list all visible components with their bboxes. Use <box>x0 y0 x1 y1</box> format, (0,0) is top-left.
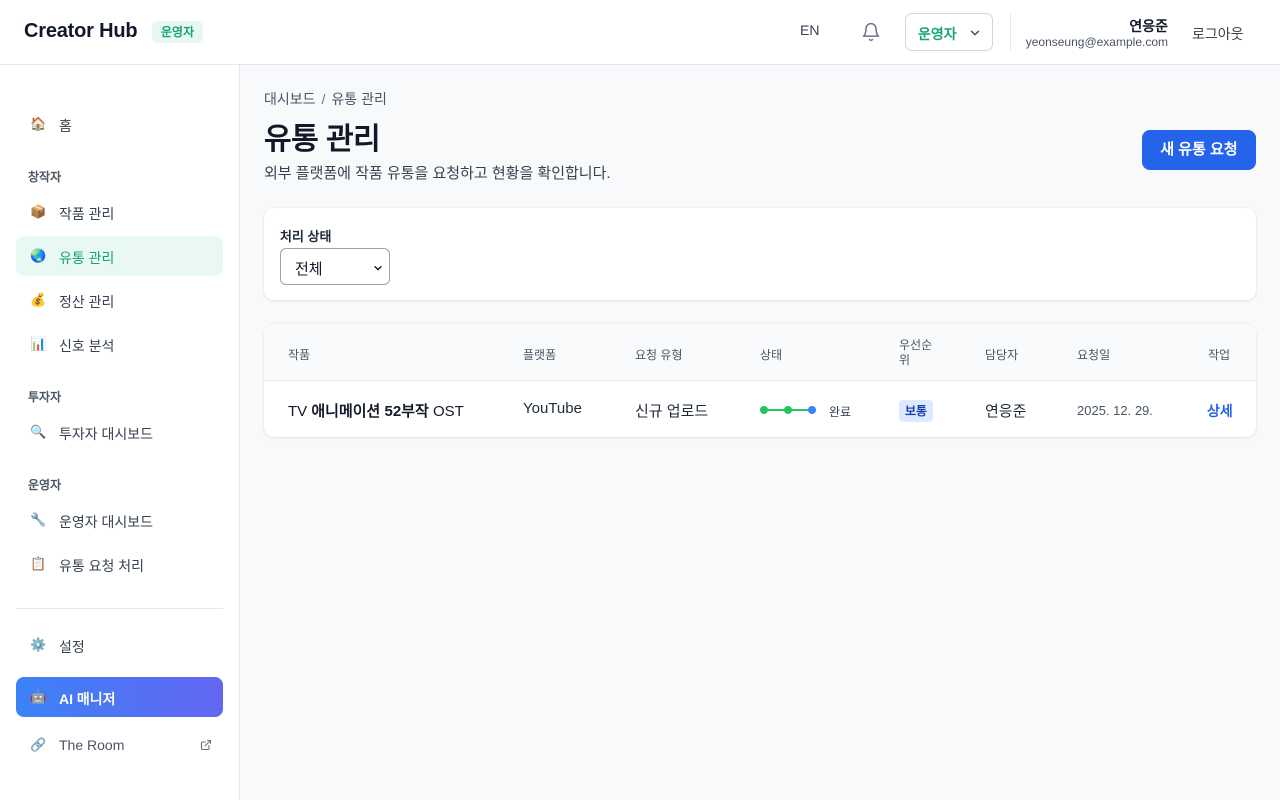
platform-cell: YouTube <box>523 400 582 417</box>
distribution-table: 작품 플랫폼 요청 유형 상태 우선순위 담당자 요청일 작업 TV 애니메이션… <box>264 324 1256 437</box>
page-description: 외부 플랫폼에 작품 유통을 요청하고 현황을 확인합니다. <box>264 165 611 182</box>
header-divider <box>1010 14 1011 50</box>
sidebar-divider <box>16 608 223 609</box>
table-header: 작품 플랫폼 요청 유형 상태 우선순위 담당자 요청일 작업 <box>264 324 1256 381</box>
sidebar-item-the-room[interactable]: 🔗 The Room <box>16 725 223 765</box>
wrench-icon: 🔧 <box>30 512 47 527</box>
page-title: 유통 관리 <box>264 123 381 156</box>
role-badge: 운영자 <box>152 21 204 43</box>
globe-icon: 🌏 <box>30 248 47 263</box>
role-select-value: 운영자 <box>918 26 957 42</box>
role-select[interactable]: 운영자 <box>905 13 993 51</box>
requested-at-cell: 2025. 12. 29. <box>1077 403 1153 418</box>
work-title-suffix: OST <box>428 403 464 420</box>
link-icon: 🔗 <box>30 737 47 752</box>
sidebar-item-settings[interactable]: ⚙️ 설정 <box>16 625 223 665</box>
sidebar-item-label: 작품 관리 <box>59 206 115 222</box>
sidebar-item-label: 투자자 대시보드 <box>59 426 154 442</box>
assignee-cell: 연응준 <box>985 403 1027 420</box>
column-header-request-type: 요청 유형 <box>635 348 683 362</box>
status-progress-indicator <box>760 406 816 414</box>
top-header: Creator Hub 운영자 EN 운영자 연응준 yeonseung@exa… <box>0 0 1280 65</box>
sidebar-item-distribution[interactable]: 🌏 유통 관리 <box>16 236 223 276</box>
magnifier-icon: 🔍 <box>30 424 47 439</box>
status-filter-select[interactable]: 전체 <box>280 248 390 285</box>
user-email: yeonseung@example.com <box>1025 35 1168 49</box>
column-header-assignee: 담당자 <box>985 348 1019 362</box>
sidebar: 🏠 홈 창작자 📦 작품 관리 🌏 유통 관리 💰 정산 관리 📊 신호 분석 … <box>0 65 240 800</box>
gear-icon: ⚙️ <box>30 637 47 652</box>
breadcrumb-root[interactable]: 대시보드 <box>264 91 316 107</box>
sidebar-item-label: 정산 관리 <box>59 294 115 310</box>
bar-chart-icon: 📊 <box>30 336 47 351</box>
money-bag-icon: 💰 <box>30 292 47 307</box>
status-filter-value: 전체 <box>295 261 323 278</box>
priority-badge: 보통 <box>899 400 934 422</box>
column-header-status: 상태 <box>760 348 783 362</box>
status-step-done <box>784 406 792 414</box>
user-name: 연응준 <box>1129 18 1168 34</box>
logout-button[interactable]: 로그아웃 <box>1192 24 1244 44</box>
column-header-requested-at: 요청일 <box>1077 348 1111 362</box>
sidebar-item-label: 신호 분석 <box>59 338 115 354</box>
sidebar-item-works[interactable]: 📦 작품 관리 <box>16 192 223 232</box>
sidebar-item-label: 운영자 대시보드 <box>59 514 154 530</box>
status-step-done <box>760 406 768 414</box>
sidebar-item-label: 설정 <box>59 639 85 655</box>
chevron-down-icon <box>374 266 382 271</box>
work-title: TV 애니메이션 52부작 OST <box>288 400 464 421</box>
clipboard-icon: 📋 <box>30 556 47 571</box>
language-toggle-button[interactable]: EN <box>800 22 819 38</box>
sidebar-item-label: The Room <box>59 737 125 753</box>
filter-card: 처리 상태 전체 <box>264 208 1256 300</box>
sidebar-item-settlement[interactable]: 💰 정산 관리 <box>16 280 223 320</box>
sidebar-section-operator: 운영자 <box>28 478 62 492</box>
column-header-priority: 우선순위 <box>899 338 933 367</box>
sidebar-item-investor-dashboard[interactable]: 🔍 투자자 대시보드 <box>16 412 223 452</box>
column-header-platform: 플랫폼 <box>523 348 557 362</box>
new-distribution-request-button[interactable]: 새 유통 요청 <box>1142 130 1256 170</box>
brand-logo[interactable]: Creator Hub <box>24 20 138 43</box>
ai-manager-label: AI 매니저 <box>59 691 116 707</box>
sidebar-item-label: 유통 관리 <box>59 250 115 266</box>
external-link-icon <box>200 739 212 751</box>
sidebar-section-investor: 투자자 <box>28 390 62 404</box>
status-filter-label: 처리 상태 <box>280 229 332 244</box>
ai-manager-button[interactable]: 🤖 AI 매니저 <box>16 677 223 717</box>
detail-link[interactable]: 상세 <box>1207 401 1233 421</box>
breadcrumb: 대시보드 / 유통 관리 <box>264 89 387 109</box>
status-step-current <box>808 406 816 414</box>
package-icon: 📦 <box>30 204 47 219</box>
request-type-cell: 신규 업로드 <box>635 403 709 420</box>
sidebar-item-home[interactable]: 🏠 홈 <box>16 104 223 144</box>
sidebar-item-analytics[interactable]: 📊 신호 분석 <box>16 324 223 364</box>
breadcrumb-separator: / <box>321 91 326 107</box>
house-icon: 🏠 <box>30 116 47 131</box>
breadcrumb-current: 유통 관리 <box>331 91 387 107</box>
sidebar-item-distribution-requests[interactable]: 📋 유통 요청 처리 <box>16 544 223 584</box>
sidebar-section-creator: 창작자 <box>28 170 62 184</box>
bell-icon[interactable] <box>861 22 881 42</box>
column-header-action: 작업 <box>1208 348 1231 362</box>
robot-icon: 🤖 <box>30 689 47 704</box>
chevron-down-icon <box>970 30 980 36</box>
sidebar-item-operator-dashboard[interactable]: 🔧 운영자 대시보드 <box>16 500 223 540</box>
work-title-main: 애니메이션 52부작 <box>311 403 429 420</box>
sidebar-item-label: 유통 요청 처리 <box>59 558 145 574</box>
work-title-prefix: TV <box>288 403 312 420</box>
column-header-work: 작품 <box>288 348 311 362</box>
sidebar-item-label: 홈 <box>59 118 72 134</box>
status-cell: 완료 <box>829 405 852 419</box>
